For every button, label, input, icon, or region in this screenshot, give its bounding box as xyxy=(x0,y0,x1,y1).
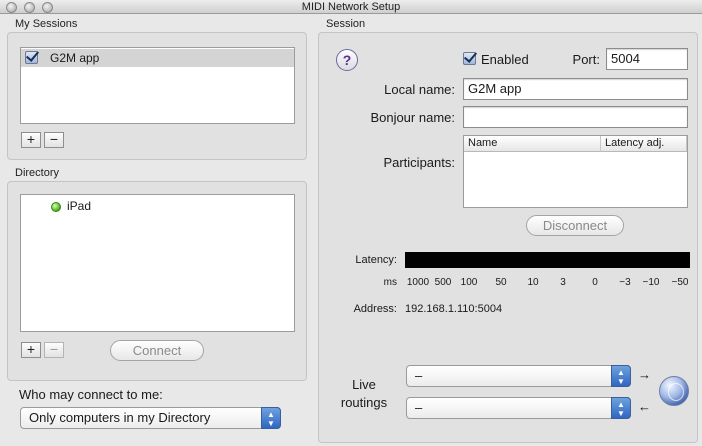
connect-button[interactable]: Connect xyxy=(110,340,204,361)
access-popup-value: Only computers in my Directory xyxy=(29,410,211,425)
sessions-list[interactable]: G2M app xyxy=(20,47,295,124)
bonjour-name-field[interactable] xyxy=(463,106,688,128)
session-row-label: G2M app xyxy=(50,51,100,65)
arrow-left-icon: ← xyxy=(638,399,651,414)
my-sessions-heading: My Sessions xyxy=(15,18,78,30)
live-routings-label-line1: Live xyxy=(352,377,376,392)
latency-tick: 100 xyxy=(460,277,478,288)
port-label: Port: xyxy=(572,52,600,67)
latency-tick: 50 xyxy=(495,277,507,288)
title-bar[interactable]: MIDI Network Setup xyxy=(0,0,702,14)
local-name-label: Local name: xyxy=(384,82,455,97)
popup-arrows-icon: ▲ ▼ xyxy=(611,365,631,387)
help-button[interactable]: ? xyxy=(336,49,358,71)
popup-arrows-icon: ▲ ▼ xyxy=(261,407,281,429)
participants-table[interactable]: Name Latency adj. xyxy=(463,135,688,208)
address-value: 192.168.1.110:5004 xyxy=(405,303,503,315)
routing-in-value: – xyxy=(415,400,423,415)
live-routings-label-line2: routings xyxy=(340,395,388,410)
add-directory-button[interactable]: + xyxy=(21,342,41,358)
online-status-icon xyxy=(51,202,61,212)
network-globe-icon xyxy=(659,376,689,406)
participants-column-latency[interactable]: Latency adj. xyxy=(601,136,687,152)
enabled-checkbox[interactable] xyxy=(463,52,476,65)
enabled-label: Enabled xyxy=(481,52,529,67)
participants-column-name[interactable]: Name xyxy=(464,136,601,152)
directory-row-ipad[interactable]: iPad xyxy=(21,198,294,216)
port-field[interactable]: 5004 xyxy=(606,48,688,70)
latency-tick: −50 xyxy=(671,277,689,288)
add-session-button[interactable]: + xyxy=(21,132,41,148)
popup-arrows-icon: ▲ ▼ xyxy=(611,397,631,419)
address-label: Address: xyxy=(353,303,397,315)
latency-tick: 0 xyxy=(592,277,598,288)
latency-unit: ms xyxy=(383,277,397,288)
latency-tick: −10 xyxy=(642,277,660,288)
directory-heading: Directory xyxy=(15,167,60,179)
participants-label: Participants: xyxy=(383,155,455,170)
bonjour-name-label: Bonjour name: xyxy=(370,110,455,125)
routing-in-popup[interactable]: – ▲ ▼ xyxy=(406,397,631,419)
remove-session-button[interactable]: − xyxy=(44,132,64,148)
directory-list[interactable]: iPad xyxy=(20,194,295,332)
window-content: My Sessions G2M app + − Directory iPad +… xyxy=(0,15,702,446)
access-label: Who may connect to me: xyxy=(19,387,163,402)
directory-row-label: iPad xyxy=(67,199,92,213)
session-row-g2m-app[interactable]: G2M app xyxy=(21,49,294,67)
latency-tick: 3 xyxy=(560,277,566,288)
remove-directory-button[interactable]: − xyxy=(44,342,64,358)
session-enabled-checkbox[interactable] xyxy=(25,51,38,64)
arrow-right-icon: → xyxy=(638,367,651,382)
routing-out-value: – xyxy=(415,368,423,383)
latency-meter xyxy=(405,252,690,268)
session-heading: Session xyxy=(326,18,366,30)
access-popup[interactable]: Only computers in my Directory ▲ ▼ xyxy=(20,407,281,429)
routing-out-popup[interactable]: – ▲ ▼ xyxy=(406,365,631,387)
latency-label: Latency: xyxy=(355,254,397,266)
latency-tick: 10 xyxy=(527,277,539,288)
local-name-field[interactable]: G2M app xyxy=(463,78,688,100)
window-title: MIDI Network Setup xyxy=(301,1,401,13)
disconnect-button[interactable]: Disconnect xyxy=(526,215,624,236)
